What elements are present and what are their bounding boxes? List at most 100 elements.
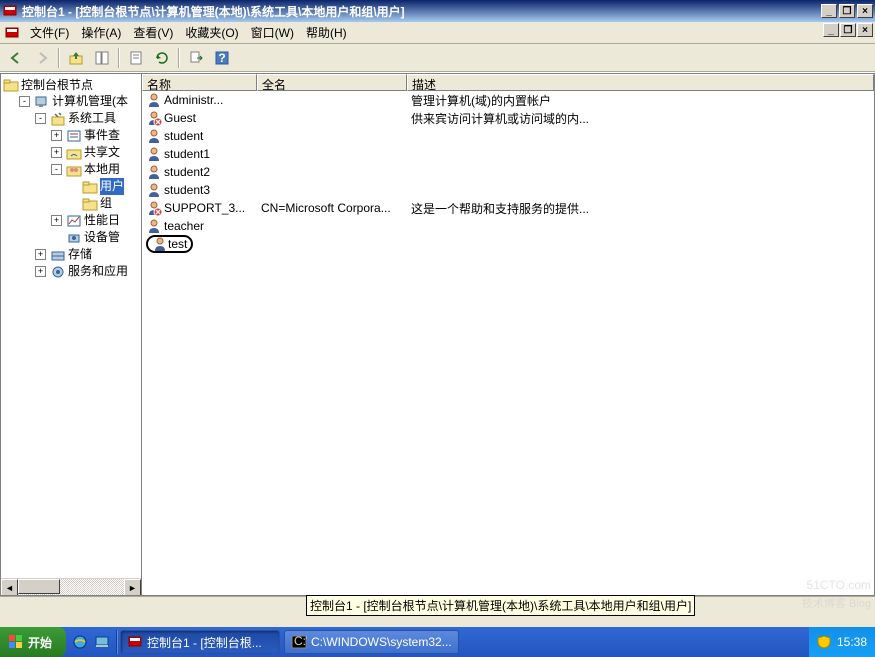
menu-help[interactable]: 帮助(H) xyxy=(300,22,353,43)
cell-name: Guest xyxy=(142,110,257,126)
desktop-icon[interactable] xyxy=(92,632,112,652)
cell-name: test xyxy=(142,235,257,253)
tree-pane[interactable]: 控制台根节点 - 计算机管理(本 - 系统工具 xyxy=(0,73,141,596)
tree-label: 服务和应用 xyxy=(68,263,128,280)
expand-icon[interactable]: + xyxy=(51,215,62,226)
col-fullname[interactable]: 全名 xyxy=(257,74,407,91)
tree-shared-folders[interactable]: +共享文 xyxy=(51,144,141,161)
list-body[interactable]: Administr...管理计算机(域)的内置帐户Guest供来宾访问计算机或访… xyxy=(142,91,874,595)
client-area: 控制台根节点 - 计算机管理(本 - 系统工具 xyxy=(0,72,875,596)
storage-icon xyxy=(50,247,66,263)
event-icon xyxy=(66,128,82,144)
user-icon xyxy=(146,200,162,216)
col-desc[interactable]: 描述 xyxy=(407,74,874,91)
user-row[interactable]: teacher xyxy=(142,217,874,235)
mdi-restore-button[interactable]: ❐ xyxy=(840,23,856,37)
ie-icon[interactable] xyxy=(70,632,90,652)
tree-device-manager[interactable]: 设备管 xyxy=(51,229,141,246)
user-name: student3 xyxy=(164,183,210,197)
menu-file[interactable]: 文件(F) xyxy=(24,22,75,43)
mdi-close-button[interactable]: × xyxy=(857,23,873,37)
mdi-icon[interactable] xyxy=(4,25,20,41)
user-name: student1 xyxy=(164,147,210,161)
scroll-thumb[interactable] xyxy=(18,579,60,594)
user-row[interactable]: student1 xyxy=(142,145,874,163)
svg-text:?: ? xyxy=(218,51,225,65)
tree-hscroll[interactable]: ◄ ► xyxy=(1,578,141,595)
help-button[interactable]: ? xyxy=(210,47,234,69)
quick-launch xyxy=(66,632,116,652)
collapse-icon[interactable]: - xyxy=(51,164,62,175)
forward-button[interactable] xyxy=(30,47,54,69)
tree-label: 事件查 xyxy=(84,127,120,144)
user-row[interactable]: SUPPORT_3...CN=Microsoft Corpora...这是一个帮… xyxy=(142,199,874,217)
back-button[interactable] xyxy=(4,47,28,69)
user-row[interactable]: student2 xyxy=(142,163,874,181)
user-icon xyxy=(146,164,162,180)
maximize-button[interactable]: ❐ xyxy=(839,4,855,18)
collapse-icon[interactable]: - xyxy=(19,96,30,107)
show-hide-button[interactable] xyxy=(90,47,114,69)
cell-name: student2 xyxy=(142,164,257,180)
taskbar-item-console[interactable]: 控制台1 - [控制台根... xyxy=(120,630,280,654)
expand-icon[interactable]: + xyxy=(35,266,46,277)
tree-groups[interactable]: 组 xyxy=(67,195,141,212)
tree-system-tools[interactable]: - 系统工具 xyxy=(35,110,141,127)
user-name: Guest xyxy=(164,111,196,125)
cell-name: student1 xyxy=(142,146,257,162)
user-name: SUPPORT_3... xyxy=(164,201,245,215)
user-row[interactable]: student xyxy=(142,127,874,145)
menu-favorites[interactable]: 收藏夹(O) xyxy=(179,22,244,43)
minimize-button[interactable]: _ xyxy=(821,4,837,18)
mdi-minimize-button[interactable]: _ xyxy=(823,23,839,37)
tree-local-users-groups[interactable]: - 本地用 xyxy=(51,161,141,178)
scroll-left-icon[interactable]: ◄ xyxy=(1,579,18,596)
console-icon xyxy=(127,634,143,650)
scroll-right-icon[interactable]: ► xyxy=(124,579,141,596)
computer-icon xyxy=(34,94,50,110)
export-button[interactable] xyxy=(184,47,208,69)
shield-icon[interactable] xyxy=(817,635,831,649)
cell-desc: 管理计算机(域)的内置帐户 xyxy=(407,92,687,109)
expand-icon[interactable]: + xyxy=(51,130,62,141)
collapse-icon[interactable]: - xyxy=(35,113,46,124)
folder-icon xyxy=(3,77,19,93)
cell-name: student xyxy=(142,128,257,144)
menu-action[interactable]: 操作(A) xyxy=(75,22,127,43)
expand-icon[interactable]: + xyxy=(35,249,46,260)
start-button[interactable]: 开始 xyxy=(0,627,66,657)
user-icon xyxy=(146,110,162,126)
tree-users[interactable]: 用户 xyxy=(67,178,141,195)
user-row[interactable]: test xyxy=(142,235,874,253)
tools-icon xyxy=(50,111,66,127)
tree-event-viewer[interactable]: + 事件查 xyxy=(51,127,141,144)
shared-icon xyxy=(66,145,82,161)
toolbar: ? xyxy=(0,44,875,72)
tooltip: 控制台1 - [控制台根节点\计算机管理(本地)\系统工具\本地用户和组\用户] xyxy=(306,595,695,616)
tree-label: 控制台根节点 xyxy=(21,76,93,93)
up-button[interactable] xyxy=(64,47,88,69)
tree-performance[interactable]: + 性能日 xyxy=(51,212,141,229)
user-row[interactable]: Administr...管理计算机(域)的内置帐户 xyxy=(142,91,874,109)
col-name[interactable]: 名称 xyxy=(142,74,257,91)
tree-label: 性能日 xyxy=(84,212,120,229)
taskbar-item-cmd[interactable]: C:\ C:\WINDOWS\system32... xyxy=(284,630,459,654)
tree-services-apps[interactable]: + 服务和应用 xyxy=(35,263,141,280)
user-row[interactable]: Guest供来宾访问计算机或访问域的内... xyxy=(142,109,874,127)
properties-button[interactable] xyxy=(124,47,148,69)
tree-label: 本地用 xyxy=(84,161,120,178)
user-row[interactable]: student3 xyxy=(142,181,874,199)
expand-icon[interactable]: + xyxy=(51,147,62,158)
user-icon xyxy=(152,236,168,252)
tree-label: 存储 xyxy=(68,246,92,263)
close-button[interactable]: × xyxy=(857,4,873,18)
menubar: 文件(F) 操作(A) 查看(V) 收藏夹(O) 窗口(W) 帮助(H) _ ❐… xyxy=(0,22,875,44)
tree-storage[interactable]: + 存储 xyxy=(35,246,141,263)
menu-view[interactable]: 查看(V) xyxy=(127,22,179,43)
menu-window[interactable]: 窗口(W) xyxy=(245,22,300,43)
refresh-button[interactable] xyxy=(150,47,174,69)
tree-computer-mgmt[interactable]: - 计算机管理(本 xyxy=(19,93,141,110)
tree-root[interactable]: 控制台根节点 xyxy=(3,76,141,93)
user-icon xyxy=(146,182,162,198)
system-tray[interactable]: 15:38 xyxy=(809,627,875,657)
